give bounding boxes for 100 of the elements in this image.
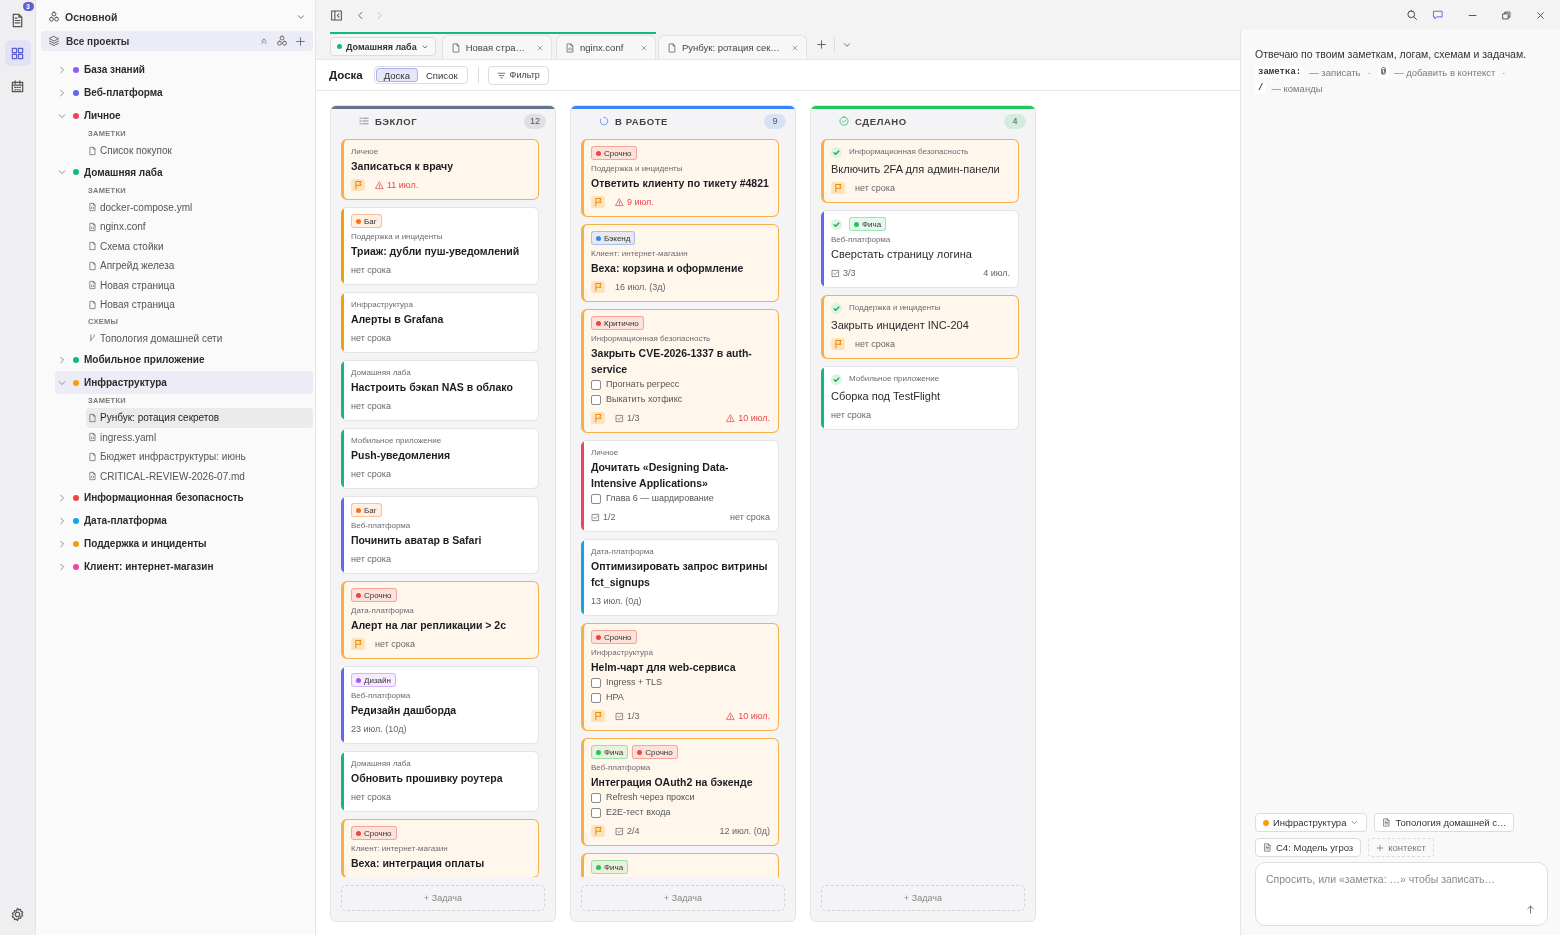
close-icon[interactable] [1535,9,1546,21]
project-item[interactable]: Инфраструктура [55,371,313,394]
project-item[interactable]: База знаний [55,58,313,81]
checkbox[interactable] [591,394,601,405]
note-item[interactable]: Рунбук: ротация секретов [86,408,313,428]
tag-label: Фича [604,747,624,757]
task-card[interactable]: Домашняя лаба Обновить прошивку роутера нет срока [341,751,539,812]
checkbox[interactable] [591,807,601,818]
note-item[interactable]: Список покупок [86,141,313,161]
chevron-right-icon[interactable] [57,64,67,75]
all-projects-item[interactable]: Все проекты [41,31,313,51]
task-card[interactable]: Дата-платформа Оптимизировать запрос витрины fct_signups 13 июл. (0д) [581,539,779,616]
chevron-right-icon[interactable] [57,538,67,549]
shortcut-key: заметка: [1255,66,1305,78]
task-card[interactable]: Бэкенд Клиент: интернет-магазин Веха: корзина и оформление 16 июл. (3д) [581,224,779,302]
note-item[interactable]: Новая страница [86,295,313,315]
note-item[interactable]: Апгрейд железа [86,256,313,276]
dot-icon [337,44,342,49]
project-item[interactable]: Домашняя лаба [55,160,313,184]
checklist-item[interactable]: Ingress + TLS [591,675,770,690]
note-item[interactable]: nginx.conf [86,217,313,237]
project-item[interactable]: Клиент: интернет-магазин [55,555,313,578]
checklist-item[interactable]: Прогнать регресс [591,377,770,392]
checkbox[interactable] [591,493,601,504]
note-item[interactable]: docker-compose.yml [86,197,313,217]
collapse-icon[interactable] [259,36,269,46]
flag-icon [831,338,845,350]
task-card[interactable]: Баг Веб-платформа Починить аватар в Safari нет срока [341,496,539,574]
task-card[interactable]: Личное Записаться к врачу 11 июл. [341,139,539,200]
plus-icon[interactable] [295,35,306,47]
task-card[interactable]: Дизайн Веб-платформа Редизайн дашборда 23 июл. (10д) [341,666,539,744]
chevron-right-icon[interactable] [57,87,67,98]
note-item[interactable]: Схема стойки [86,236,313,256]
note-item[interactable]: CRITICAL-REVIEW-2026-07.md [86,466,313,486]
sidebar-toggle-icon[interactable] [330,8,343,22]
task-card[interactable]: Мобильное приложение Сборка под TestFlight нет срока [821,366,1019,430]
note-item[interactable]: Новая страница [86,275,313,295]
checkbox[interactable] [591,379,601,390]
tab[interactable]: nginx.conf [556,35,656,59]
checklist-item[interactable]: HPA [591,690,770,705]
due-date: 11 июл. [387,180,419,190]
task-card[interactable]: Инфраструктура Алерты в Grafana нет срока [341,292,539,353]
view-tab[interactable]: Доска [375,68,418,82]
project-selector[interactable]: Инфраструктура [1255,813,1368,832]
task-card[interactable]: Домашняя лаба Настроить бэкап NAS в облако нет срока [341,360,539,421]
tab-group-label[interactable]: Домашняя лаба [330,37,436,56]
checkbox[interactable] [591,792,601,803]
ask-field[interactable]: Спросить, или «заметка: …» чтобы записать… [1255,862,1548,926]
filter-button[interactable]: Фильтр [487,65,549,85]
task-card[interactable]: Личное Дочитать «Designing Data-Intensive Applications» Глава 6 — шардирование 1/2 нет срока [581,440,779,532]
chevron-right-icon[interactable] [57,515,67,526]
view-tab[interactable]: Список [418,68,466,82]
settings-icon [10,906,25,922]
task-card[interactable]: Баг Поддержка и инциденты Триаж: дубли пуш-уведомлений нет срока [341,207,539,285]
project-item[interactable]: Веб-платформа [55,81,313,104]
chevron-down-icon[interactable] [57,167,67,177]
context-chip[interactable]: C4: Модель угроз [1255,838,1362,857]
checkbox[interactable] [591,677,601,688]
task-card[interactable]: Срочно Инфраструктура Helm-чарт для web-сервиса Ingress + TLS HPA 1/3 10 июл. [581,623,779,731]
checklist-item[interactable]: Refresh через прокси [591,790,770,805]
project-item[interactable]: Дата-платформа [55,509,313,532]
tab[interactable]: Рунбук: ротация сек… [658,35,807,59]
note-item[interactable]: Топология домашней сети [86,328,313,348]
task-card[interactable]: Информационная безопасность Включить 2FA для админ-панели нет срока [821,139,1019,203]
context-chip[interactable]: Топология домашней с… [1374,813,1515,832]
task-card[interactable]: Фича [581,853,779,877]
task-card[interactable]: Критично Информационная безопасность Закрыть CVE-2026-1337 в auth-service Прогнать регресс Выкатить хотфикс 1/3 10 июл. [581,309,779,433]
search-icon[interactable] [1406,9,1418,21]
restore-icon[interactable] [1501,9,1512,21]
chevron-right-icon[interactable] [57,492,67,503]
plus-icon[interactable] [815,39,827,50]
tag-label: Срочно [364,590,392,600]
task-card[interactable]: Поддержка и инциденты Закрыть инцидент INC-204 нет срока [821,295,1019,359]
chat-icon[interactable] [1432,9,1444,21]
workspace-switcher[interactable]: Основной [41,6,313,28]
project-item[interactable]: Информационная безопасность [55,486,313,509]
checklist-item[interactable]: Выкатить хотфикс [591,392,770,407]
task-card[interactable]: Срочно Дата-платформа Алерт на лаг репликации > 2с нет срока [341,581,539,659]
checkbox[interactable] [591,692,601,703]
activity-button[interactable] [4,40,31,66]
project-item[interactable]: Личное [55,104,313,127]
chevron-right-icon[interactable] [57,561,67,572]
back-icon[interactable] [355,9,366,21]
tag-label: Критично [604,318,639,328]
project-label: Дата-платформа [351,605,415,616]
note-item[interactable]: Бюджет инфраструктуры: июнь [86,447,313,467]
task-card[interactable]: Срочно Клиент: интернет-магазин Веха: интеграция оплаты [341,819,539,877]
note-item[interactable]: ingress.yaml [86,427,313,447]
project-item[interactable]: Мобильное приложение [55,348,313,371]
task-card[interactable]: Мобильное приложение Push-уведомления нет срока [341,428,539,489]
task-card[interactable]: Фича Срочно Веб-платформа Интеграция OAuth2 на бэкенде Refresh через прокси E2E-тест входа 2/4 12 июл. (0д) [581,738,779,846]
cluster-icon[interactable] [276,35,288,47]
task-card[interactable]: Фича Веб-платформа Сверстать страницу логина 3/3 4 июл. [821,210,1019,288]
project-item[interactable]: Поддержка и инциденты [55,532,313,555]
checklist-item[interactable]: E2E-тест входа [591,805,770,820]
task-card[interactable]: Срочно Поддержка и инциденты Ответить клиенту по тикету #4821 9 июл. [581,139,779,217]
checklist-item[interactable]: Глава 6 — шардирование [591,491,770,506]
tab[interactable]: Новая стра… [441,35,552,59]
add-context-button[interactable]: контекст [1368,838,1434,857]
chevron-right-icon[interactable] [57,354,67,365]
